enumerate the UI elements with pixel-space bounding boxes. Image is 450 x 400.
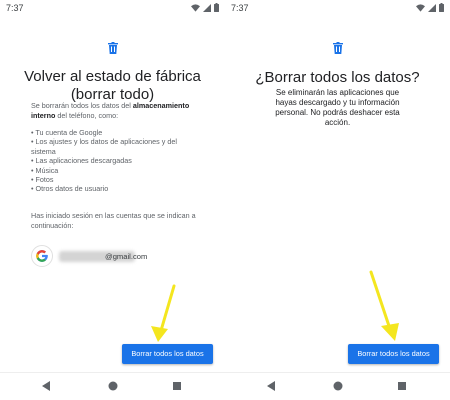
list-item: • Las aplicaciones descargadas xyxy=(31,156,132,166)
wifi-icon xyxy=(416,3,425,12)
google-icon xyxy=(36,250,48,262)
page-title: ¿Borrar todos los datos? xyxy=(255,69,420,86)
back-icon[interactable] xyxy=(266,381,276,391)
intro-text: Se borrarán todos los datos del almacena… xyxy=(31,101,203,120)
wifi-icon xyxy=(191,3,200,12)
navigation-bar xyxy=(0,372,225,400)
status-time: 7:37 xyxy=(231,3,249,13)
status-time: 7:37 xyxy=(6,3,24,13)
warning-description: Se eliminarán las aplicaciones que hayas… xyxy=(275,88,400,127)
battery-icon xyxy=(214,3,219,12)
status-icons xyxy=(191,3,219,12)
page-title: Volver al estado de fábrica (borrar todo… xyxy=(24,68,201,103)
account-row: @gmail.com xyxy=(31,245,201,267)
erase-all-data-button[interactable]: Borrar todos los datos xyxy=(122,344,213,364)
erase-all-data-button[interactable]: Borrar todos los datos xyxy=(348,344,439,364)
signal-icon xyxy=(428,3,436,12)
list-item: • Los ajustes y los datos de aplicacione… xyxy=(31,137,177,156)
status-icons xyxy=(416,3,444,12)
status-bar: 7:37 xyxy=(0,0,225,18)
list-item: • Fotos xyxy=(31,175,54,185)
factory-reset-screen: 7:37 Volver al estado de fábrica (borrar… xyxy=(0,0,225,400)
accounts-note: Has iniciado sesión en las cuentas que s… xyxy=(31,211,196,230)
list-item: • Música xyxy=(31,165,59,175)
trash-icon xyxy=(332,42,343,54)
status-bar: 7:37 xyxy=(225,0,450,18)
google-avatar xyxy=(31,245,53,267)
back-icon[interactable] xyxy=(41,381,51,391)
intro-prefix: Se borrarán todos los datos del xyxy=(31,101,133,110)
data-items-list: • Tu cuenta de Google • Los ajustes y lo… xyxy=(31,128,203,194)
list-item: • Tu cuenta de Google xyxy=(31,128,103,137)
list-item: • Otros datos de usuario xyxy=(31,184,109,194)
trash-icon xyxy=(107,42,118,54)
arrow-icon xyxy=(151,284,176,342)
signal-icon xyxy=(203,3,211,12)
battery-icon xyxy=(439,3,444,12)
confirm-erase-screen: 7:37 ¿Borrar todos los datos? Se elimina… xyxy=(225,0,450,400)
home-icon[interactable] xyxy=(333,381,343,391)
intro-suffix: del teléfono, como: xyxy=(55,110,119,120)
arrow-icon xyxy=(369,270,399,341)
email-domain: @gmail.com xyxy=(105,252,148,261)
navigation-bar xyxy=(225,372,450,400)
recents-icon[interactable] xyxy=(397,381,407,391)
recents-icon[interactable] xyxy=(172,381,182,391)
home-icon[interactable] xyxy=(108,381,118,391)
